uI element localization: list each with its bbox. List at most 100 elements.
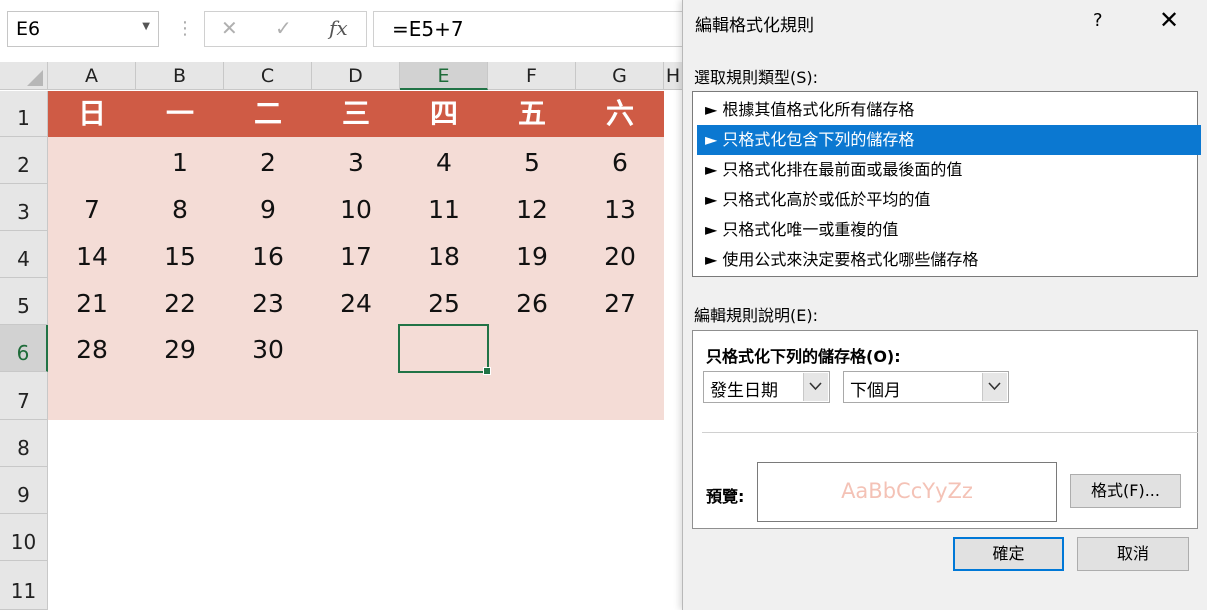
worksheet-grid: A B C D E F G H 1 2 3 4 5 6 7 8 9 10 11 … xyxy=(0,62,682,610)
date-cell[interactable]: 5 xyxy=(488,148,576,177)
name-box-value: E6 xyxy=(16,18,41,40)
day-header-mon[interactable]: 一 xyxy=(136,91,224,137)
date-cell[interactable]: 29 xyxy=(136,335,224,364)
column-header-f[interactable]: F xyxy=(488,62,576,90)
day-header-thu[interactable]: 四 xyxy=(400,91,488,137)
row-header-1[interactable]: 1 xyxy=(0,91,48,137)
fill-handle[interactable] xyxy=(483,367,491,375)
column-header-b[interactable]: B xyxy=(136,62,224,90)
rule-type-item[interactable]: ► 只格式化高於或低於平均的值 xyxy=(697,185,1201,215)
rule-type-list[interactable]: ► 根據其值格式化所有儲存格 ► 只格式化包含下列的儲存格 ► 只格式化排在最前… xyxy=(692,91,1201,277)
help-icon[interactable]: ? xyxy=(1093,10,1103,31)
row-header-8[interactable]: 8 xyxy=(0,420,48,467)
day-header-tue[interactable]: 二 xyxy=(224,91,312,137)
row-header-3[interactable]: 3 xyxy=(0,184,48,231)
date-cell[interactable]: 2 xyxy=(224,148,312,177)
date-cell[interactable]: 20 xyxy=(576,242,664,271)
formula-text: =E5+7 xyxy=(392,17,464,41)
date-cell[interactable]: 24 xyxy=(312,289,400,318)
insert-function-icon[interactable]: fx xyxy=(329,16,348,40)
date-cell[interactable]: 3 xyxy=(312,148,400,177)
row-header-7[interactable]: 7 xyxy=(0,372,48,420)
day-header-fri[interactable]: 五 xyxy=(488,91,576,137)
date-cell[interactable]: 1 xyxy=(136,148,224,177)
date-cell[interactable]: 7 xyxy=(48,195,136,224)
close-icon[interactable]: ✕ xyxy=(1159,6,1179,34)
rule-type-item[interactable]: ► 使用公式來決定要格式化哪些儲存格 xyxy=(697,245,1201,275)
date-cell[interactable]: 28 xyxy=(48,335,136,364)
column-header-c[interactable]: C xyxy=(224,62,312,90)
column-header-g[interactable]: G xyxy=(576,62,664,90)
date-cell[interactable]: 12 xyxy=(488,195,576,224)
rule-type-item[interactable]: ► 只格式化排在最前面或最後面的值 xyxy=(697,155,1201,185)
chevron-down-icon[interactable] xyxy=(803,373,828,401)
divider xyxy=(702,432,1198,433)
condition-type-value: 發生日期 xyxy=(710,381,778,401)
preview-label: 預覽: xyxy=(706,487,745,506)
date-cell[interactable]: 16 xyxy=(224,242,312,271)
date-cell[interactable]: 8 xyxy=(136,195,224,224)
date-cell[interactable]: 10 xyxy=(312,195,400,224)
format-preview: AaBbCcYyZz xyxy=(757,462,1057,522)
preview-sample-text: AaBbCcYyZz xyxy=(841,479,973,503)
rule-description-label: 編輯規則說明(E): xyxy=(694,306,818,325)
date-cell[interactable]: 14 xyxy=(48,242,136,271)
day-header-sat[interactable]: 六 xyxy=(576,91,664,137)
formula-buttons: ✕ ✓ fx xyxy=(204,11,367,47)
date-period-select[interactable]: 下個月 xyxy=(843,371,1009,403)
name-box[interactable]: E6 ▼ xyxy=(7,11,159,47)
row-header-5[interactable]: 5 xyxy=(0,278,48,325)
date-cell[interactable]: 22 xyxy=(136,289,224,318)
date-cell[interactable]: 13 xyxy=(576,195,664,224)
day-header-sun[interactable]: 日 xyxy=(48,91,136,137)
active-cell-e6[interactable] xyxy=(398,324,491,375)
formula-bar: E6 ▼ ⋮ ✕ ✓ fx =E5+7 xyxy=(0,0,682,60)
rule-type-item[interactable]: ► 只格式化唯一或重複的值 xyxy=(697,215,1201,245)
date-cell[interactable]: 15 xyxy=(136,242,224,271)
column-header-h[interactable]: H xyxy=(664,62,682,90)
rule-type-item[interactable]: ► 根據其值格式化所有儲存格 xyxy=(697,95,1201,125)
chevron-down-icon[interactable] xyxy=(982,373,1007,401)
date-cell[interactable]: 17 xyxy=(312,242,400,271)
column-header-d[interactable]: D xyxy=(312,62,400,90)
date-cell[interactable]: 4 xyxy=(400,148,488,177)
day-header-wed[interactable]: 三 xyxy=(312,91,400,137)
cancel-button[interactable]: 取消 xyxy=(1077,537,1189,571)
select-all-button[interactable] xyxy=(0,62,48,90)
date-cell[interactable]: 18 xyxy=(400,242,488,271)
more-dots-icon: ⋮ xyxy=(176,18,194,39)
date-cell[interactable]: 23 xyxy=(224,289,312,318)
formula-input[interactable]: =E5+7 xyxy=(373,11,682,47)
date-cell[interactable]: 25 xyxy=(400,289,488,318)
date-cell[interactable]: 21 xyxy=(48,289,136,318)
cancel-icon[interactable]: ✕ xyxy=(221,16,238,40)
condition-type-select[interactable]: 發生日期 xyxy=(703,371,830,403)
date-cell[interactable]: 27 xyxy=(576,289,664,318)
enter-icon[interactable]: ✓ xyxy=(275,16,292,40)
date-period-value: 下個月 xyxy=(850,381,901,401)
column-header-a[interactable]: A xyxy=(48,62,136,90)
row-header-11[interactable]: 11 xyxy=(0,561,48,610)
rule-type-item-selected[interactable]: ► 只格式化包含下列的儲存格 xyxy=(697,125,1201,155)
format-button[interactable]: 格式(F)... xyxy=(1070,474,1181,508)
rule-type-label: 選取規則類型(S): xyxy=(694,68,819,87)
date-cell[interactable]: 30 xyxy=(224,335,312,364)
dialog-title: 編輯格式化規則 xyxy=(695,16,814,36)
edit-formatting-rule-dialog: 編輯格式化規則 ? ✕ 選取規則類型(S): ► 根據其值格式化所有儲存格 ► … xyxy=(682,0,1207,610)
row-header-6[interactable]: 6 xyxy=(0,325,48,372)
chevron-down-icon[interactable]: ▼ xyxy=(142,21,150,32)
rule-description-panel: 只格式化下列的儲存格(O): 發生日期 下個月 預覽: AaBbCcYyZz 格… xyxy=(692,330,1198,529)
row-header-4[interactable]: 4 xyxy=(0,231,48,278)
ok-button[interactable]: 確定 xyxy=(953,537,1064,571)
date-cell[interactable]: 11 xyxy=(400,195,488,224)
column-header-e[interactable]: E xyxy=(400,62,488,90)
select-all-triangle-icon xyxy=(27,70,43,86)
date-cell[interactable]: 9 xyxy=(224,195,312,224)
date-cell[interactable]: 6 xyxy=(576,148,664,177)
date-cell[interactable]: 19 xyxy=(488,242,576,271)
row-header-10[interactable]: 10 xyxy=(0,514,48,561)
date-cell[interactable]: 26 xyxy=(488,289,576,318)
row-header-9[interactable]: 9 xyxy=(0,467,48,514)
format-only-cells-heading: 只格式化下列的儲存格(O): xyxy=(706,347,901,366)
row-header-2[interactable]: 2 xyxy=(0,137,48,184)
